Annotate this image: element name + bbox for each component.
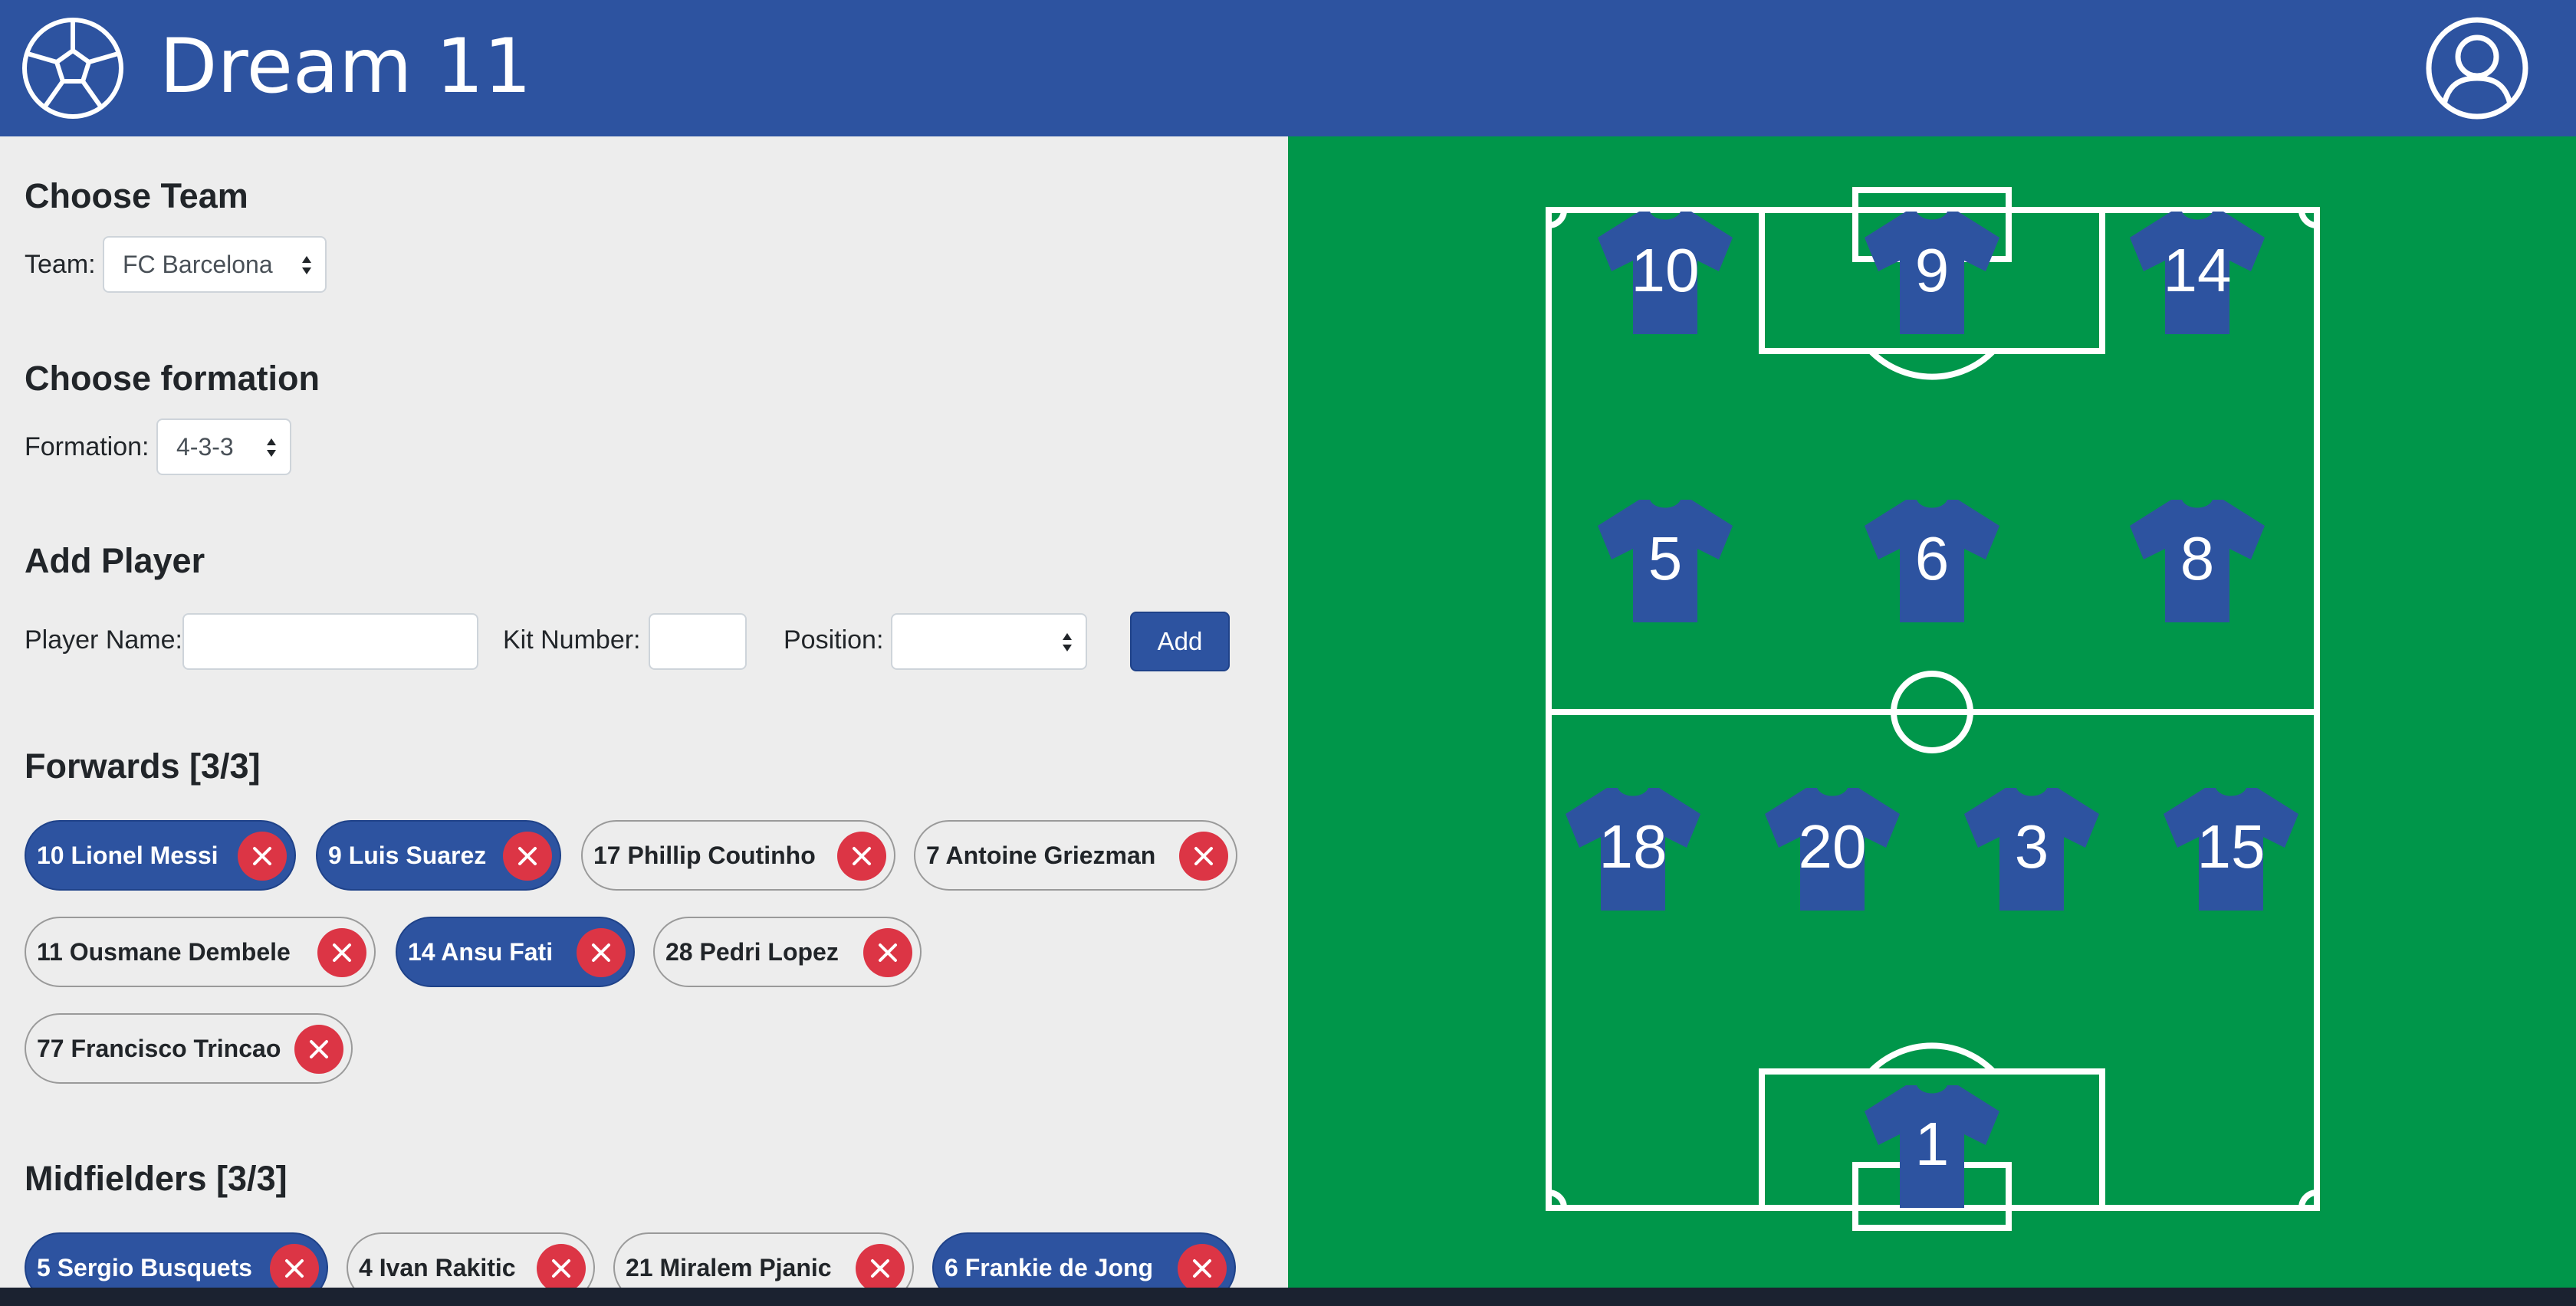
close-icon	[1193, 1259, 1211, 1278]
close-icon	[518, 847, 537, 865]
sort-caret-icon	[267, 438, 276, 457]
remove-player-button[interactable]	[503, 832, 552, 881]
soccer-ball-icon	[22, 18, 123, 119]
formation-select-value: 4-3-3	[176, 433, 234, 461]
player-name-input[interactable]	[182, 613, 478, 670]
shirt-number: 3	[2015, 812, 2049, 881]
player-chip-label: 7 Antoine Griezman	[926, 841, 1156, 869]
os-taskbar	[0, 1288, 2576, 1306]
player-shirt: 10	[1598, 212, 1733, 334]
player-chip-forward[interactable]: 14 Ansu Fati	[396, 917, 635, 987]
player-chip-label: 10 Lionel Messi	[37, 841, 219, 869]
app-title: Dream 11	[159, 23, 532, 110]
remove-player-button[interactable]	[317, 928, 366, 977]
team-builder-panel: Choose Team Team: FC Barcelona Choose fo…	[0, 136, 1288, 1288]
player-chip-label: 11 Ousmane Dembele	[37, 937, 291, 966]
player-chip-label: 21 Miralem Pjanic	[626, 1253, 832, 1281]
add-player-button[interactable]: Add	[1130, 612, 1230, 671]
player-chip-midfielder[interactable]: 21 Miralem Pjanic	[613, 1232, 914, 1288]
close-icon	[333, 943, 351, 962]
shirt-number: 14	[2164, 236, 2232, 304]
remove-player-button[interactable]	[863, 928, 912, 977]
shirt-number: 8	[2180, 524, 2215, 592]
close-icon	[253, 847, 271, 865]
shirt-number: 18	[1599, 812, 1668, 881]
remove-player-button[interactable]	[270, 1244, 319, 1288]
player-chip-forward[interactable]: 77 Francisco Trincao	[25, 1013, 353, 1084]
remove-player-button[interactable]	[837, 832, 886, 881]
remove-player-button[interactable]	[577, 928, 626, 977]
player-chip-forward[interactable]: 10 Lionel Messi	[25, 820, 296, 891]
close-icon	[871, 1259, 889, 1278]
player-chip-forward[interactable]: 7 Antoine Griezman	[914, 820, 1237, 891]
player-chip-midfielder[interactable]: 4 Ivan Rakitic	[347, 1232, 595, 1288]
player-shirt: 9	[1865, 212, 1999, 334]
close-icon	[853, 847, 871, 865]
player-shirt: 1	[1865, 1085, 1999, 1208]
position-select[interactable]	[891, 613, 1087, 670]
player-chip-label: 77 Francisco Trincao	[37, 1034, 281, 1062]
player-shirt: 18	[1566, 788, 1700, 911]
shirt-number: 9	[1915, 236, 1950, 304]
player-name-label: Player Name:	[25, 625, 182, 655]
forwards-heading: Forwards [3/3]	[25, 747, 261, 786]
player-shirt: 5	[1598, 500, 1733, 622]
team-select[interactable]: FC Barcelona	[103, 236, 327, 293]
close-icon	[592, 943, 610, 962]
top-navbar: Dream 11	[0, 0, 2576, 136]
pitch-panel: 10 9 14 5 6 8 18 20 3 15 1	[1288, 136, 2576, 1288]
formation-select[interactable]: 4-3-3	[156, 418, 291, 475]
player-shirt: 6	[1865, 500, 1999, 622]
player-shirt: 8	[2130, 500, 2265, 622]
sort-caret-icon	[1063, 633, 1072, 651]
shirt-number: 1	[1915, 1110, 1950, 1178]
close-icon	[552, 1259, 570, 1278]
player-chip-forward[interactable]: 17 Phillip Coutinho	[581, 820, 895, 891]
remove-player-button[interactable]	[294, 1025, 343, 1074]
shirt-number: 10	[1631, 236, 1700, 304]
player-chip-label: 9 Luis Suarez	[328, 841, 487, 869]
remove-player-button[interactable]	[1179, 832, 1228, 881]
player-chip-label: 5 Sergio Busquets	[37, 1253, 252, 1281]
player-chip-forward[interactable]: 11 Ousmane Dembele	[25, 917, 376, 987]
remove-player-button[interactable]	[238, 832, 287, 881]
remove-player-button[interactable]	[1178, 1244, 1227, 1288]
player-chip-midfielder[interactable]: 5 Sergio Busquets	[25, 1232, 328, 1288]
remove-player-button[interactable]	[856, 1244, 905, 1288]
player-chip-midfielder[interactable]: 6 Frankie de Jong	[932, 1232, 1236, 1288]
player-chip-label: 6 Frankie de Jong	[945, 1253, 1154, 1281]
player-shirt: 15	[2164, 788, 2298, 911]
shirt-number: 15	[2197, 812, 2266, 881]
player-shirt: 14	[2130, 212, 2265, 334]
team-label: Team:	[25, 250, 96, 279]
kit-number-input[interactable]	[649, 613, 747, 670]
player-chip-forward[interactable]: 9 Luis Suarez	[316, 820, 561, 891]
player-chip-label: 4 Ivan Rakitic	[359, 1253, 516, 1281]
shirt-number: 20	[1799, 812, 1867, 881]
close-icon	[879, 943, 897, 962]
formation-label: Formation:	[25, 432, 150, 461]
player-chip-forward[interactable]: 28 Pedri Lopez	[653, 917, 922, 987]
position-label: Position:	[784, 625, 884, 655]
close-icon	[285, 1259, 304, 1278]
close-icon	[310, 1040, 328, 1058]
choose-team-heading: Choose Team	[25, 176, 248, 215]
kit-number-label: Kit Number:	[503, 625, 641, 655]
player-shirt: 20	[1765, 788, 1900, 911]
user-circle-icon[interactable]	[2426, 17, 2528, 120]
player-chip-label: 17 Phillip Coutinho	[593, 841, 816, 869]
player-chip-label: 28 Pedri Lopez	[665, 937, 839, 966]
sort-caret-icon	[302, 256, 311, 274]
team-select-value: FC Barcelona	[123, 251, 273, 278]
choose-formation-heading: Choose formation	[25, 359, 320, 398]
remove-player-button[interactable]	[537, 1244, 586, 1288]
shirt-number: 6	[1915, 524, 1950, 592]
shirt-number: 5	[1648, 524, 1683, 592]
player-shirt: 3	[1964, 788, 2099, 911]
close-icon	[1194, 847, 1213, 865]
player-chip-label: 14 Ansu Fati	[408, 937, 554, 966]
midfielders-heading: Midfielders [3/3]	[25, 1159, 288, 1198]
add-player-heading: Add Player	[25, 541, 205, 580]
